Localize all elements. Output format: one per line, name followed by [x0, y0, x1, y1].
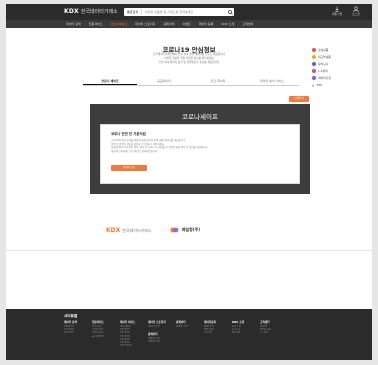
quick-item-label: 최근본상품: [318, 55, 331, 59]
sitemap-link[interactable]: 큐레이터 목록: [176, 326, 196, 329]
sitemap-column: 전문서비스 분석 서비스 시각화 서비스 컨설팅 서비스 AI 학습데이터: [92, 320, 112, 348]
search-icon[interactable]: [226, 8, 234, 16]
kdx-partner-logo: KDX 한국데이터거래소: [106, 227, 152, 234]
sitemap-link[interactable]: 부동산 데이터: [120, 345, 140, 348]
partner2-mark-icon: [170, 227, 179, 233]
site-logo[interactable]: KDX 한국데이터거래소: [64, 8, 118, 15]
sitemap-columns: 데이터 검색 전체 데이터 공공 데이터 민간 데이터 전문서비스 분석 서비스…: [64, 320, 280, 348]
card-heading: 코로나 안전 안 기분식업: [111, 132, 146, 136]
header-icons: 회원가입 로그인: [332, 6, 360, 16]
quick-item-request[interactable]: 데이터신청: [312, 76, 331, 80]
sitemap-heading[interactable]: KDX 소개: [232, 320, 252, 324]
quick-item-top[interactable]: ▲ TOP: [312, 83, 331, 87]
sitemap-link[interactable]: 큐레이터 신청: [148, 341, 168, 344]
kdx-text: 한국데이터거래소: [122, 227, 152, 233]
main-nav: 데이터 검색 전문서비스 코로나세이프 데이터 스토리지 큐레이터 이벤트 데이…: [6, 20, 372, 28]
panel-title: 코로나세이프: [182, 113, 218, 121]
sitemap-link[interactable]: 1:1 문의: [260, 332, 280, 335]
tab-analysis-service[interactable]: 데이터 분석 서비스: [245, 78, 299, 85]
sitemap-link[interactable]: 스토리지 소개: [148, 326, 168, 329]
tab-public-data[interactable]: 공공데이터: [137, 78, 191, 85]
cart-icon: [312, 62, 316, 66]
description-line: 코로나19 확진자 동선 및 선별진료소 정보를 제공합니다: [158, 61, 220, 64]
document-icon: [312, 76, 316, 80]
nav-item-corona-safe[interactable]: 코로나세이프: [107, 22, 132, 26]
sitemap-column: 데이터등록 판매자 신청 데이터 등록 등록 현황: [204, 320, 224, 348]
quick-item-label: 데이터신청: [318, 76, 331, 80]
sitemap-title: 사이트맵: [64, 314, 78, 318]
sitemap-heading[interactable]: 데이터 서비스: [120, 320, 140, 324]
sitemap-column: 데이터 검색 전체 데이터 공공 데이터 민간 데이터: [64, 320, 84, 348]
sitemap-link[interactable]: 민간 데이터: [64, 332, 84, 335]
quick-item-cart[interactable]: 장바구니: [312, 62, 331, 66]
nav-item-data-register[interactable]: 데이터 등록: [195, 22, 218, 26]
sitemap-heading[interactable]: 데이터 스토리지: [148, 320, 168, 324]
quick-item-inquiry[interactable]: 1:1문의: [312, 69, 331, 73]
footer-sitemap: 사이트맵 데이터 검색 전체 데이터 공공 데이터 민간 데이터 전문서비스 분…: [6, 309, 372, 360]
search-category-select[interactable]: 통합검색: [124, 9, 143, 15]
nav-item-expert-service[interactable]: 전문서비스: [85, 22, 107, 26]
quick-item-wishlist[interactable]: 관심상품: [312, 48, 331, 52]
card-text: 제공되는 데이터는 주기적으로 업데이트됩니다.: [111, 149, 159, 153]
signup-button[interactable]: 회원가입: [332, 6, 342, 16]
content-tabs: 코로나 세이프 공공데이터 민간 데이터 데이터 분석 서비스: [83, 78, 299, 86]
arrow-up-icon: ▲: [312, 83, 315, 87]
sitemap-heading[interactable]: 큐레이터: [176, 320, 196, 324]
page-frame: KDX 한국데이터거래소 통합검색 데이터 상품명 등 키워드를 입력하세요 회원…: [6, 4, 372, 360]
quick-item-label: TOP: [316, 83, 322, 87]
sitemap-column: 데이터 스토리지 스토리지 소개 큐레이터 큐레이터 소개 큐레이터 신청: [148, 320, 168, 348]
login-button[interactable]: 로그인: [352, 6, 360, 16]
signup-label: 회원가입: [331, 12, 343, 16]
nav-item-customer-center[interactable]: 고객센터: [238, 22, 257, 26]
logo-brand: KDX: [64, 8, 79, 15]
nav-item-event[interactable]: 이벤트: [178, 22, 194, 26]
logo-text: 한국데이터거래소: [80, 9, 118, 15]
quick-item-label: 관심상품: [318, 48, 329, 52]
quick-menu: 관심상품 최근본상품 장바구니 1:1문의 데이터신청 ▲ TOP: [312, 48, 331, 87]
sitemap-heading[interactable]: 데이터 검색: [64, 320, 84, 324]
sitemap-column: KDX 소개 KDX 소개 오시는 길 제휴 문의: [232, 320, 252, 348]
partner2-name: 매일항(주): [181, 227, 201, 232]
nav-item-curator[interactable]: 큐레이터: [159, 22, 178, 26]
quick-item-label: 장바구니: [318, 62, 329, 66]
nav-item-kdx-about[interactable]: KDX 소개: [218, 22, 239, 26]
sitemap-heading[interactable]: 데이터등록: [204, 320, 224, 324]
tab-private-data[interactable]: 민간 데이터: [191, 78, 245, 85]
search-bar: 통합검색 데이터 상품명 등 키워드를 입력하세요: [124, 8, 234, 16]
quick-item-recent[interactable]: 최근본상품: [312, 55, 331, 59]
detail-button[interactable]: 자세히 보기: [111, 165, 147, 172]
sitemap-link[interactable]: 제휴 문의: [232, 332, 252, 335]
apply-button[interactable]: 신청하기: [289, 96, 309, 102]
tab-corona-safe[interactable]: 코로나 세이프: [83, 78, 137, 85]
header: KDX 한국데이터거래소 통합검색 데이터 상품명 등 키워드를 입력하세요 회원…: [6, 4, 372, 20]
kdx-brand: KDX: [106, 226, 121, 234]
clock-icon: [312, 55, 316, 59]
login-label: 로그인: [352, 12, 360, 16]
chat-icon: [312, 69, 316, 73]
corona-safe-panel: 코로나세이프 코로나 안전 안 기분식업 코로나19 확산 방지를 위해 음식점…: [90, 104, 310, 194]
sitemap-heading[interactable]: 큐레이터: [148, 332, 168, 336]
sitemap-link[interactable]: 등록 현황: [204, 332, 224, 335]
search-input[interactable]: 데이터 상품명 등 키워드를 입력하세요: [142, 10, 226, 14]
info-card: 코로나 안전 안 기분식업 코로나19 확산 방지를 위해 음식점 정보와 방역…: [100, 124, 300, 184]
sitemap-column: 데이터 서비스 코로나세이프 관광 데이터 상권 데이터 유통 데이터 금융 데…: [120, 320, 140, 348]
sitemap-column: 고객센터 공지사항 자주묻는질문 1:1 문의: [260, 320, 280, 348]
partner2-logo: 매일항(주): [170, 226, 200, 234]
heart-icon: [312, 48, 316, 52]
sitemap-heading[interactable]: 전문서비스: [92, 320, 112, 324]
quick-item-label: 1:1문의: [318, 69, 328, 73]
content-divider: [6, 250, 372, 251]
nav-item-data-search[interactable]: 데이터 검색: [62, 22, 85, 26]
nav-item-data-storage[interactable]: 데이터 스토리지: [131, 22, 159, 26]
sitemap-link[interactable]: AI 학습데이터: [92, 336, 112, 339]
page-description: 한국데이터거래소에서 코로나19 관련 데이터를 무료로 제공합니다 안전한 일…: [116, 53, 262, 65]
sitemap-heading[interactable]: 고객센터: [260, 320, 280, 324]
partner-logos: KDX 한국데이터거래소 매일항(주): [106, 226, 200, 234]
sitemap-column: 큐레이터 큐레이터 목록: [176, 320, 196, 348]
